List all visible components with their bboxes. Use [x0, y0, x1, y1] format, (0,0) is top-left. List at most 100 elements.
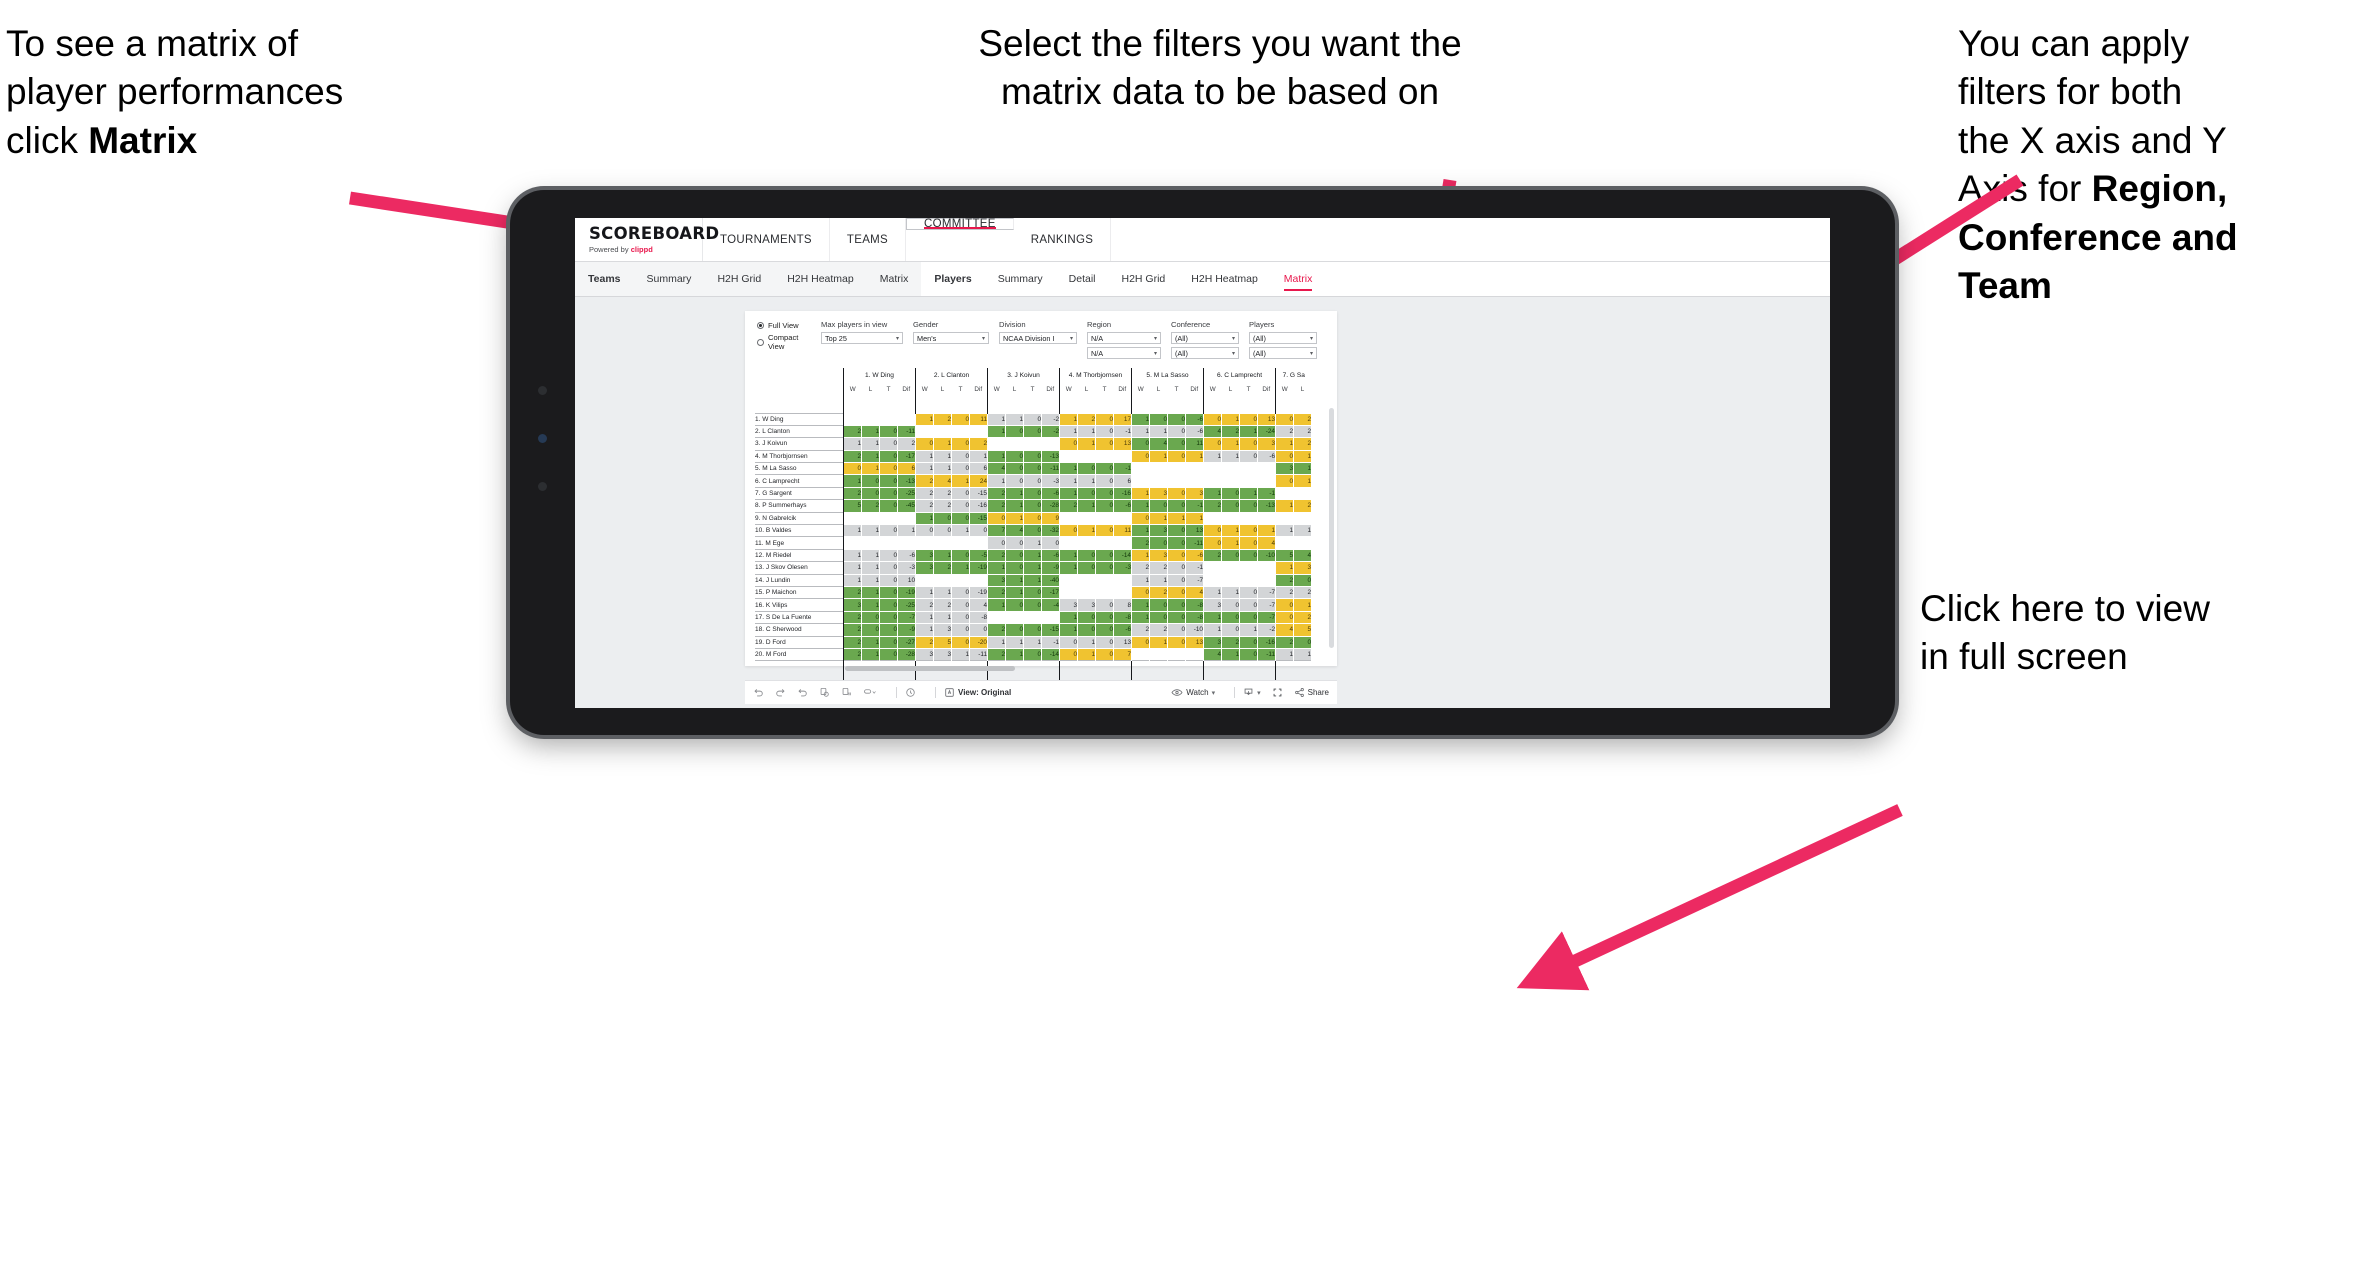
matrix-cell[interactable]: 4: [1203, 424, 1222, 438]
table-row[interactable]: 20. M Ford 2 1 0 -28 3 3 1 -11 2 1 0 -14 0 1 0 7 4 1 0 -11 1 1: [755, 647, 1312, 661]
matrix-cell[interactable]: 1: [861, 437, 880, 451]
matrix-cell[interactable]: 0: [879, 523, 898, 537]
matrix-cell[interactable]: [861, 412, 880, 426]
matrix-cell[interactable]: 2: [1149, 623, 1168, 637]
matrix-cell[interactable]: 1: [1239, 486, 1258, 500]
matrix-cell[interactable]: -32: [1041, 523, 1060, 537]
nav-rankings[interactable]: RANKINGS: [1014, 218, 1112, 261]
matrix-cell[interactable]: [1041, 437, 1060, 451]
subnav-players-detail[interactable]: Detail: [1056, 262, 1109, 296]
matrix-cell[interactable]: [1113, 536, 1132, 550]
matrix-cell[interactable]: 3: [1149, 523, 1168, 537]
matrix-cell[interactable]: 0: [1005, 474, 1024, 488]
matrix-cell[interactable]: -7: [1257, 585, 1276, 599]
matrix-cell[interactable]: 0: [1041, 536, 1060, 550]
matrix-cell[interactable]: 1: [915, 511, 934, 525]
matrix-cell[interactable]: 0: [1167, 449, 1186, 463]
matrix-cell[interactable]: 0: [879, 623, 898, 637]
matrix-cell[interactable]: 1: [1059, 548, 1078, 562]
matrix-cell[interactable]: 2: [1149, 561, 1168, 575]
matrix-cell[interactable]: [1239, 573, 1258, 587]
matrix-cell[interactable]: 0: [1095, 647, 1114, 661]
matrix-cell[interactable]: 0: [1005, 561, 1024, 575]
matrix-cell[interactable]: 4: [987, 462, 1006, 475]
matrix-cell[interactable]: [1131, 647, 1150, 661]
matrix-cell[interactable]: 1: [1005, 647, 1024, 661]
matrix-cell[interactable]: 1: [861, 462, 880, 475]
matrix-cell[interactable]: 0: [1239, 536, 1258, 550]
matrix-cell[interactable]: 2: [1131, 561, 1150, 575]
matrix-cell[interactable]: 0: [951, 412, 970, 426]
matrix-cell[interactable]: 2: [861, 499, 880, 513]
matrix-cell[interactable]: [1023, 437, 1042, 451]
matrix-cell[interactable]: 0: [1203, 437, 1222, 451]
matrix-cell[interactable]: 2: [1293, 610, 1312, 624]
matrix-cell[interactable]: -13: [897, 474, 916, 488]
matrix-cell[interactable]: -6: [1113, 499, 1132, 513]
matrix-cell[interactable]: [1185, 462, 1204, 475]
matrix-cell[interactable]: 1: [915, 610, 934, 624]
matrix-cell[interactable]: -6: [1041, 548, 1060, 562]
matrix-cell[interactable]: 0: [951, 623, 970, 637]
matrix-cell[interactable]: -6: [1041, 486, 1060, 500]
matrix-cell[interactable]: 3: [933, 647, 952, 661]
matrix-cell[interactable]: 0: [951, 585, 970, 599]
matrix-cell[interactable]: [1275, 486, 1294, 500]
subnav-teams-summary[interactable]: Summary: [634, 262, 705, 296]
matrix-cell[interactable]: -16: [1257, 635, 1276, 649]
matrix-cell[interactable]: 2: [843, 449, 862, 463]
matrix-cell[interactable]: [1239, 474, 1258, 488]
matrix-cell[interactable]: 0: [1077, 548, 1096, 562]
table-row[interactable]: 1. W Ding 1 2 0 11 1 1 0 -2 1 2 0 17 1 0 0 -6 0 1 0 13 0 2: [755, 412, 1312, 426]
matrix-cell[interactable]: 1: [1275, 561, 1294, 575]
matrix-cell[interactable]: 1: [987, 449, 1006, 463]
matrix-cell[interactable]: 0: [1221, 623, 1240, 637]
matrix-cell[interactable]: 2: [987, 548, 1006, 562]
matrix-cell[interactable]: 1: [1203, 610, 1222, 624]
matrix-cell[interactable]: [1149, 647, 1168, 661]
matrix-cell[interactable]: 1: [1293, 647, 1312, 661]
matrix-cell[interactable]: 0: [1167, 486, 1186, 500]
matrix-cell[interactable]: 4: [1293, 548, 1312, 562]
matrix-cell[interactable]: 1: [1059, 486, 1078, 500]
matrix-cell[interactable]: 1: [1131, 499, 1150, 513]
matrix-cell[interactable]: [1293, 511, 1312, 525]
matrix-cell[interactable]: 0: [951, 548, 970, 562]
matrix-cell[interactable]: -13: [1257, 499, 1276, 513]
matrix-cell[interactable]: 0: [1059, 647, 1078, 661]
matrix-cell[interactable]: [1005, 610, 1024, 624]
matrix-cell[interactable]: -1: [1113, 462, 1132, 475]
matrix-cell[interactable]: -7: [1185, 573, 1204, 587]
matrix-cell[interactable]: [969, 424, 988, 438]
matrix-cell[interactable]: [933, 573, 952, 587]
matrix-cell[interactable]: -6: [1185, 548, 1204, 562]
matrix-cell[interactable]: 0: [1239, 412, 1258, 426]
table-row[interactable]: 12. M Riedel 1 1 0 -6 3 1 0 -5 2 0 1 -6 1 0 0 -14 1 3 0 -6 2 0…: [755, 548, 1312, 562]
matrix-cell[interactable]: [1023, 610, 1042, 624]
matrix-cell[interactable]: 1: [969, 449, 988, 463]
matrix-cell[interactable]: 1: [861, 598, 880, 612]
matrix-cell[interactable]: 0: [969, 523, 988, 537]
matrix-cell[interactable]: 0: [1005, 462, 1024, 475]
matrix-cell[interactable]: 1: [861, 647, 880, 661]
matrix-cell[interactable]: 1: [987, 635, 1006, 649]
matrix-cell[interactable]: 5: [843, 499, 862, 513]
clock-icon[interactable]: [905, 687, 916, 698]
matrix-cell[interactable]: 4: [1005, 523, 1024, 537]
matrix-cell[interactable]: 1: [1293, 462, 1312, 475]
matrix-cell[interactable]: [1149, 462, 1168, 475]
matrix-cell[interactable]: 1: [1005, 585, 1024, 599]
matrix-cell[interactable]: 0: [915, 437, 934, 451]
matrix-cell[interactable]: 1: [1131, 598, 1150, 612]
matrix-cell[interactable]: 0: [879, 610, 898, 624]
matrix-cell[interactable]: [1077, 536, 1096, 550]
matrix-cell[interactable]: 4: [1185, 585, 1204, 599]
matrix-cell[interactable]: 2: [915, 635, 934, 649]
division-select[interactable]: NCAA Division I ▾: [999, 332, 1077, 344]
matrix-cell[interactable]: 1: [1149, 635, 1168, 649]
matrix-cell[interactable]: [969, 573, 988, 587]
matrix-cell[interactable]: -28: [1041, 499, 1060, 513]
matrix-cell[interactable]: 1: [897, 523, 916, 537]
matrix-cell[interactable]: 0: [1149, 610, 1168, 624]
matrix-cell[interactable]: 0: [1239, 499, 1258, 513]
